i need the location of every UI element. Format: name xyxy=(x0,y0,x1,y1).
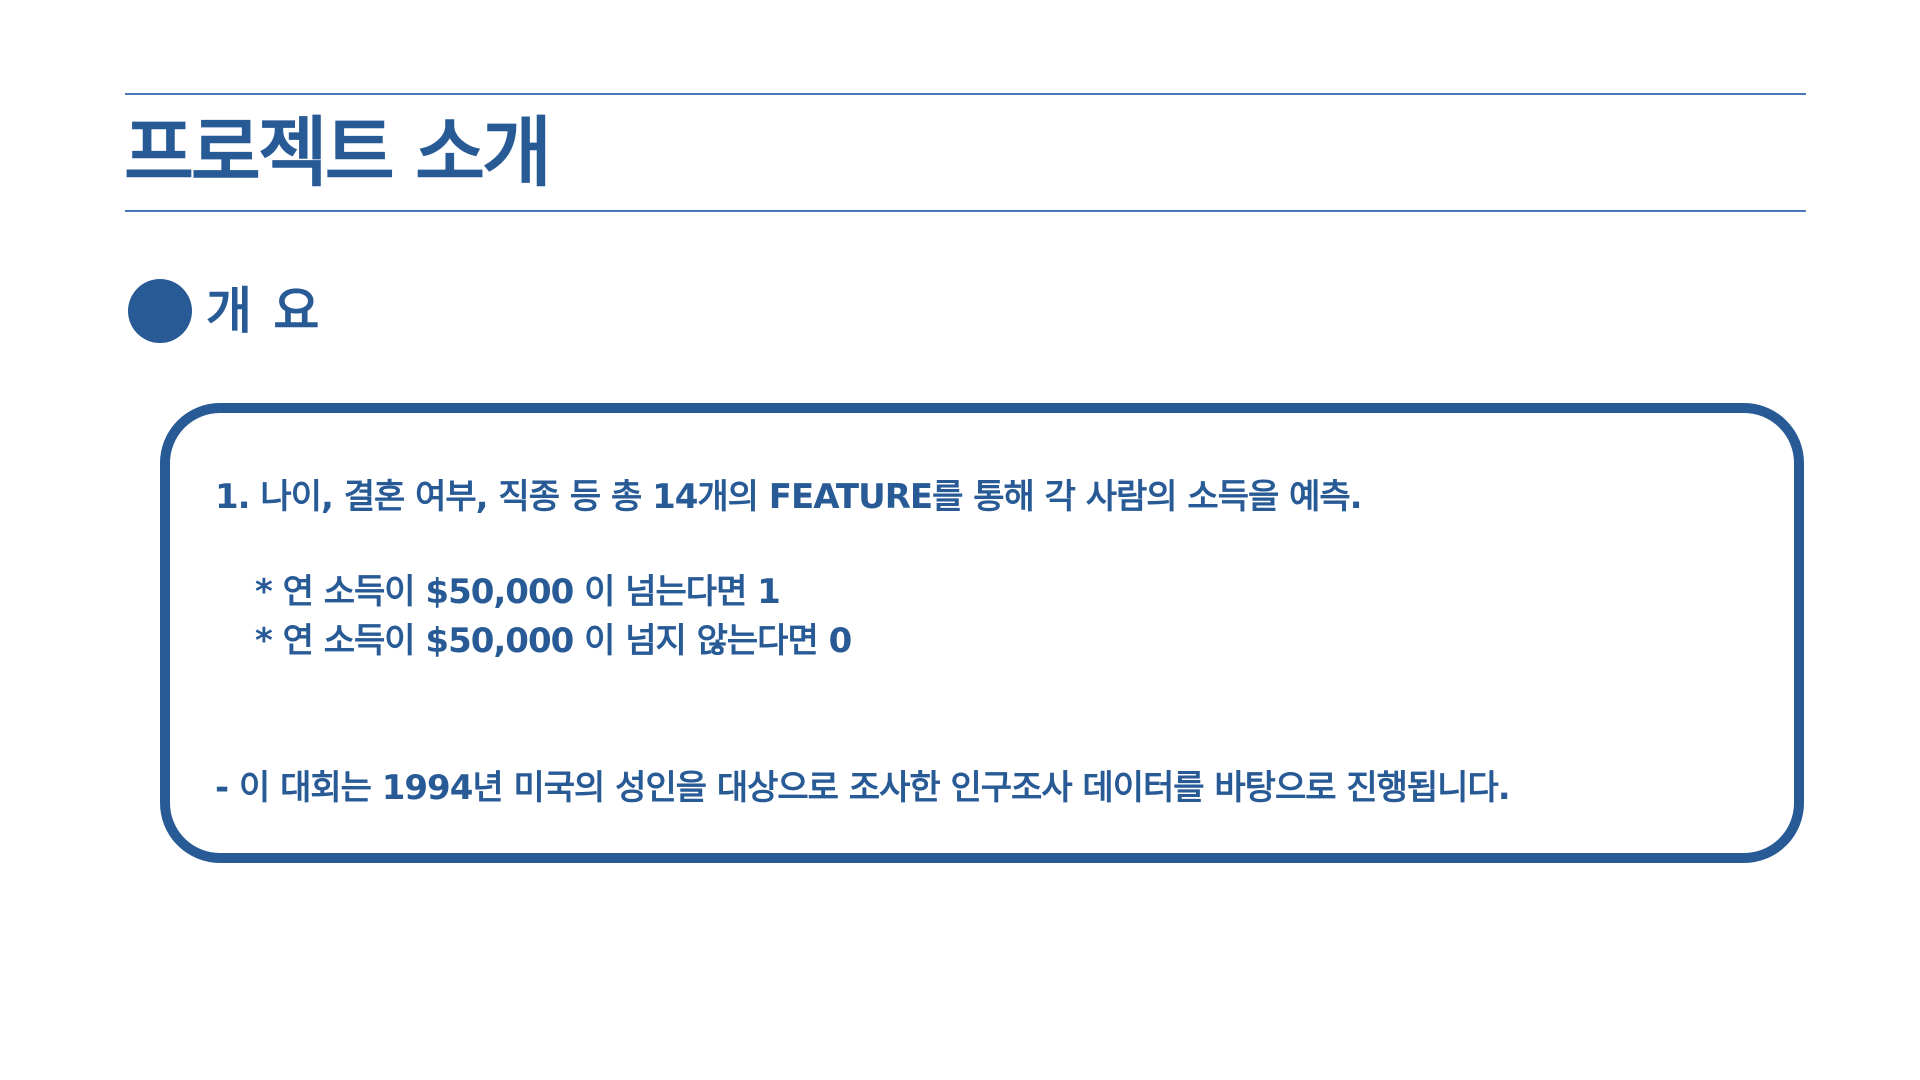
filled-circle-icon xyxy=(128,279,192,343)
section-heading: 개 요 xyxy=(128,278,321,344)
content-bullet-over-threshold: * 연 소득이 $50,000 이 넘는다면 1 xyxy=(255,572,781,612)
section-heading-label: 개 요 xyxy=(206,282,322,340)
content-note: - 이 대회는 1994년 미국의 성인을 대상으로 조사한 인구조사 데이터를… xyxy=(215,768,1511,808)
content-bullet-under-threshold: * 연 소득이 $50,000 이 넘지 않는다면 0 xyxy=(255,621,852,661)
content-box: 1. 나이, 결혼 여부, 직종 등 총 14개의 FEATURE를 통해 각 … xyxy=(160,403,1804,863)
content-line-overview: 1. 나이, 결혼 여부, 직종 등 총 14개의 FEATURE를 통해 각 … xyxy=(215,477,1363,517)
title-top-rule xyxy=(125,93,1806,95)
page-title: 프로젝트 소개 xyxy=(124,108,552,197)
title-bottom-rule xyxy=(125,210,1806,212)
